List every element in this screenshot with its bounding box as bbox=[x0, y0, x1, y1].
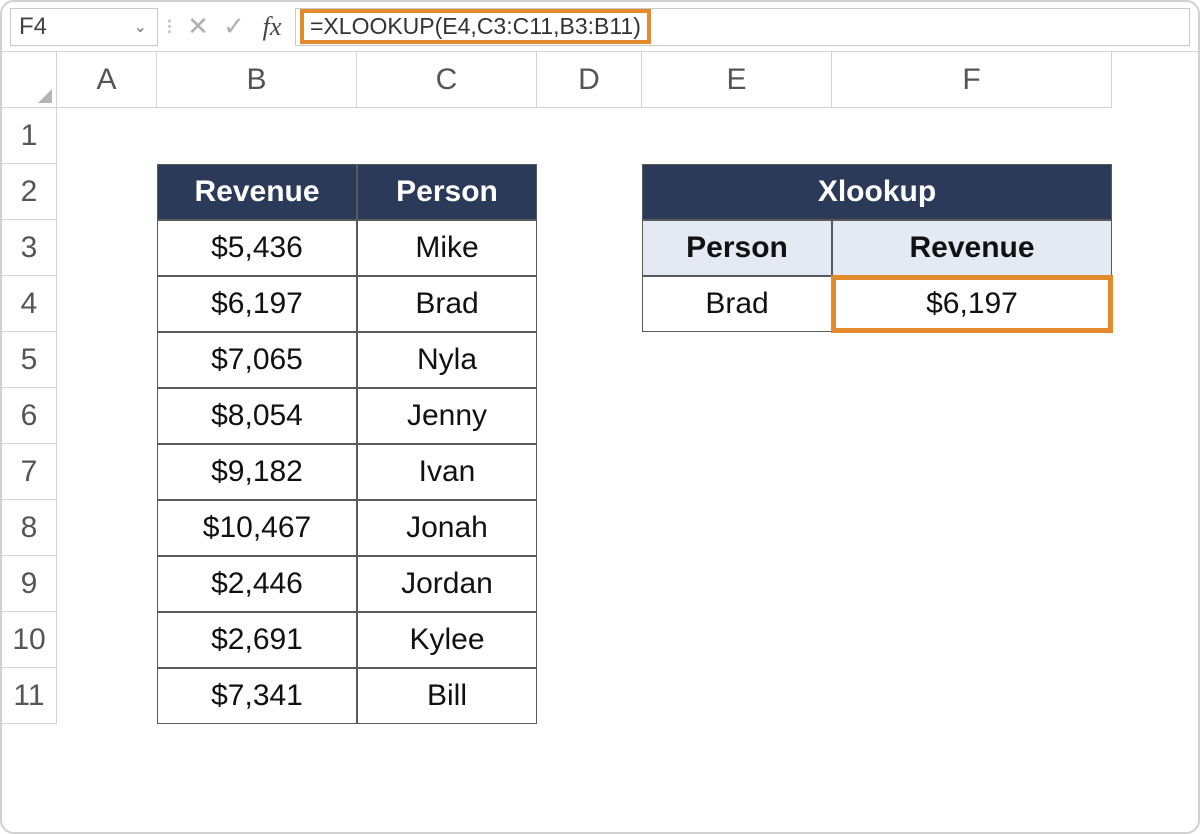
row-head-4[interactable]: 4 bbox=[2, 276, 57, 332]
cell-E5[interactable] bbox=[642, 332, 832, 388]
row-head-1[interactable]: 1 bbox=[2, 108, 57, 164]
cell-D9[interactable] bbox=[537, 556, 642, 612]
cell-C11[interactable]: Bill bbox=[357, 668, 537, 724]
cell-D4[interactable] bbox=[537, 276, 642, 332]
cell-F8[interactable] bbox=[832, 500, 1112, 556]
select-all-corner[interactable] bbox=[2, 52, 57, 108]
cell-C4[interactable]: Brad bbox=[357, 276, 537, 332]
cell-D5[interactable] bbox=[537, 332, 642, 388]
cell-A8[interactable] bbox=[57, 500, 157, 556]
excel-window: F4 ⌄ ⁝ ✕ ✓ fx =XLOOKUP(E4,C3:C11,B3:B11)… bbox=[0, 0, 1200, 834]
cell-C8[interactable]: Jonah bbox=[357, 500, 537, 556]
table2-header-revenue[interactable]: Revenue bbox=[832, 220, 1112, 276]
cell-E1[interactable] bbox=[642, 108, 832, 164]
confirm-formula-button[interactable]: ✓ bbox=[219, 11, 249, 42]
col-head-B[interactable]: B bbox=[157, 52, 357, 108]
table1-header-person[interactable]: Person bbox=[357, 164, 537, 220]
cell-E6[interactable] bbox=[642, 388, 832, 444]
row-head-9[interactable]: 9 bbox=[2, 556, 57, 612]
name-box-ref: F4 bbox=[19, 13, 47, 41]
cell-D6[interactable] bbox=[537, 388, 642, 444]
cell-B9[interactable]: $2,446 bbox=[157, 556, 357, 612]
cell-E7[interactable] bbox=[642, 444, 832, 500]
cell-C10[interactable]: Kylee bbox=[357, 612, 537, 668]
cell-A7[interactable] bbox=[57, 444, 157, 500]
col-head-C[interactable]: C bbox=[357, 52, 537, 108]
cell-D1[interactable] bbox=[537, 108, 642, 164]
name-box[interactable]: F4 ⌄ bbox=[10, 8, 158, 46]
cell-C3[interactable]: Mike bbox=[357, 220, 537, 276]
col-head-D[interactable]: D bbox=[537, 52, 642, 108]
col-head-E[interactable]: E bbox=[642, 52, 832, 108]
cell-D7[interactable] bbox=[537, 444, 642, 500]
cell-F5[interactable] bbox=[832, 332, 1112, 388]
cell-A3[interactable] bbox=[57, 220, 157, 276]
cell-F11[interactable] bbox=[832, 668, 1112, 724]
cell-D2[interactable] bbox=[537, 164, 642, 220]
cell-E11[interactable] bbox=[642, 668, 832, 724]
row-head-6[interactable]: 6 bbox=[2, 388, 57, 444]
formula-input[interactable]: =XLOOKUP(E4,C3:C11,B3:B11) bbox=[295, 8, 1190, 46]
row-head-11[interactable]: 11 bbox=[2, 668, 57, 724]
cell-B10[interactable]: $2,691 bbox=[157, 612, 357, 668]
table2-title[interactable]: Xlookup bbox=[642, 164, 1112, 220]
cell-A6[interactable] bbox=[57, 388, 157, 444]
chevron-down-icon[interactable]: ⌄ bbox=[134, 17, 147, 37]
spreadsheet-grid[interactable]: A B C D E F 1 2 Revenue Person Xlookup 3… bbox=[2, 52, 1198, 724]
cell-F7[interactable] bbox=[832, 444, 1112, 500]
cell-C9[interactable]: Jordan bbox=[357, 556, 537, 612]
row-head-2[interactable]: 2 bbox=[2, 164, 57, 220]
cell-C1[interactable] bbox=[357, 108, 537, 164]
cell-F6[interactable] bbox=[832, 388, 1112, 444]
cell-C7[interactable]: Ivan bbox=[357, 444, 537, 500]
fx-icon[interactable]: fx bbox=[255, 12, 289, 42]
row-head-3[interactable]: 3 bbox=[2, 220, 57, 276]
cell-B8[interactable]: $10,467 bbox=[157, 500, 357, 556]
cell-E9[interactable] bbox=[642, 556, 832, 612]
col-head-A[interactable]: A bbox=[57, 52, 157, 108]
cell-B6[interactable]: $8,054 bbox=[157, 388, 357, 444]
cell-B11[interactable]: $7,341 bbox=[157, 668, 357, 724]
cell-F9[interactable] bbox=[832, 556, 1112, 612]
row-head-8[interactable]: 8 bbox=[2, 500, 57, 556]
cell-F10[interactable] bbox=[832, 612, 1112, 668]
cell-D10[interactable] bbox=[537, 612, 642, 668]
col-head-F[interactable]: F bbox=[832, 52, 1112, 108]
formula-bar: F4 ⌄ ⁝ ✕ ✓ fx =XLOOKUP(E4,C3:C11,B3:B11) bbox=[2, 2, 1198, 52]
cell-D8[interactable] bbox=[537, 500, 642, 556]
row-head-10[interactable]: 10 bbox=[2, 612, 57, 668]
cell-B5[interactable]: $7,065 bbox=[157, 332, 357, 388]
cell-B4[interactable]: $6,197 bbox=[157, 276, 357, 332]
cell-A2[interactable] bbox=[57, 164, 157, 220]
cell-E4[interactable]: Brad bbox=[642, 276, 832, 332]
row-head-5[interactable]: 5 bbox=[2, 332, 57, 388]
cell-C5[interactable]: Nyla bbox=[357, 332, 537, 388]
cell-B1[interactable] bbox=[157, 108, 357, 164]
formula-text: =XLOOKUP(E4,C3:C11,B3:B11) bbox=[300, 9, 651, 44]
separator-icon: ⁝ bbox=[166, 14, 173, 40]
cell-D3[interactable] bbox=[537, 220, 642, 276]
cell-A4[interactable] bbox=[57, 276, 157, 332]
table2-header-person[interactable]: Person bbox=[642, 220, 832, 276]
cell-B7[interactable]: $9,182 bbox=[157, 444, 357, 500]
cell-D11[interactable] bbox=[537, 668, 642, 724]
cell-C6[interactable]: Jenny bbox=[357, 388, 537, 444]
cell-F1[interactable] bbox=[832, 108, 1112, 164]
cell-F4[interactable]: $6,197 bbox=[832, 276, 1112, 332]
cell-B3[interactable]: $5,436 bbox=[157, 220, 357, 276]
cell-E10[interactable] bbox=[642, 612, 832, 668]
table1-header-revenue[interactable]: Revenue bbox=[157, 164, 357, 220]
cancel-formula-button[interactable]: ✕ bbox=[183, 11, 213, 42]
cell-A10[interactable] bbox=[57, 612, 157, 668]
cell-E8[interactable] bbox=[642, 500, 832, 556]
row-head-7[interactable]: 7 bbox=[2, 444, 57, 500]
cell-A11[interactable] bbox=[57, 668, 157, 724]
cell-A1[interactable] bbox=[57, 108, 157, 164]
cell-A5[interactable] bbox=[57, 332, 157, 388]
cell-A9[interactable] bbox=[57, 556, 157, 612]
